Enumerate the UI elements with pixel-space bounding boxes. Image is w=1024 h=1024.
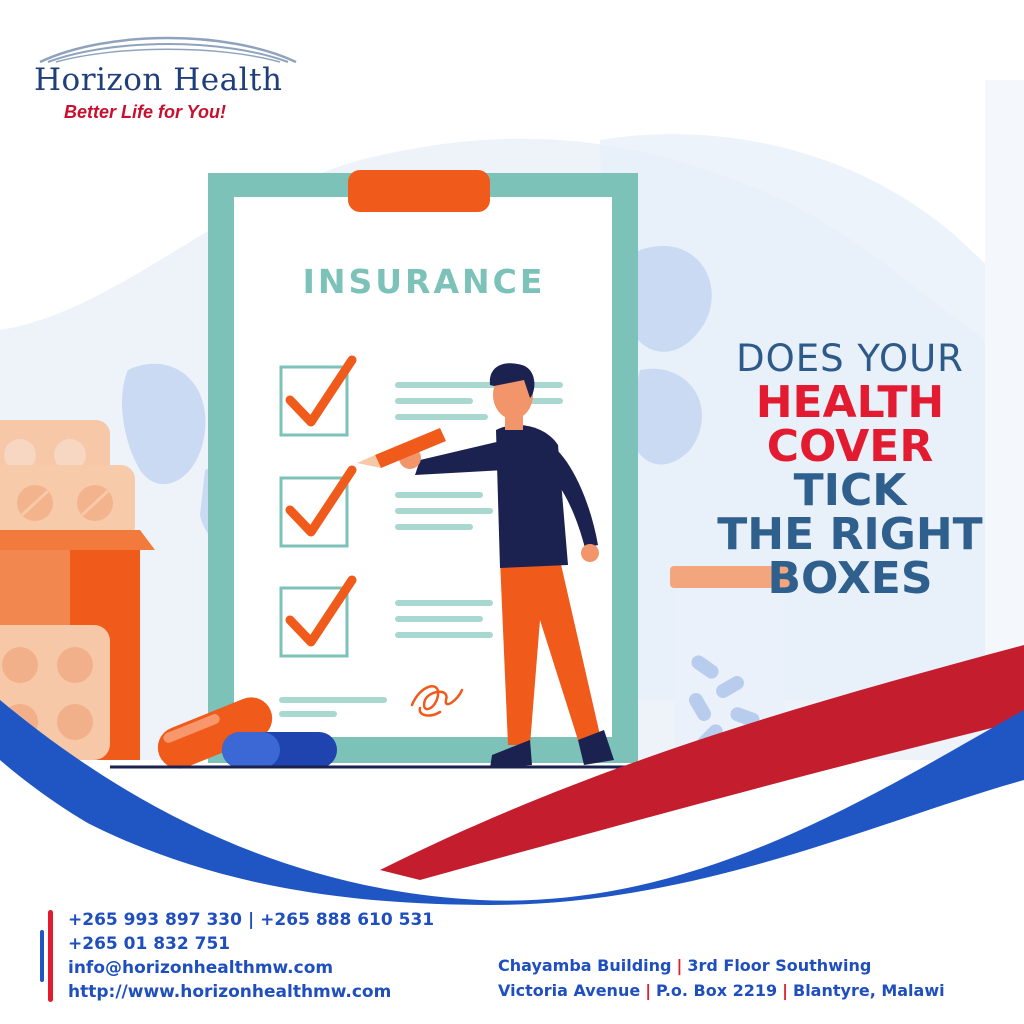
address-floor: 3rd Floor Southwing <box>687 956 872 975</box>
address-line-2: Victoria Avenue | P.o. Box 2219 | Blantyre, … <box>498 978 945 1003</box>
brand-tagline: Better Life for You! <box>64 102 227 122</box>
phone-1[interactable]: +265 993 897 330 <box>68 910 242 930</box>
address-line-1: Chayamba Building | 3rd Floor Southwing <box>498 953 945 978</box>
separator: | <box>645 981 652 1000</box>
headline: DOES YOUR HEALTH COVER TICK THE RIGHT BO… <box>680 340 1020 601</box>
separator: | <box>247 910 255 930</box>
headline-line-1: DOES YOUR <box>736 337 964 380</box>
phone-3[interactable]: +265 01 832 751 <box>68 932 434 956</box>
brand-name: Horizon Health <box>34 62 283 98</box>
separator: | <box>782 981 788 1000</box>
address-block: Chayamba Building | 3rd Floor Southwing Vi… <box>498 953 945 1003</box>
footer-accent-red <box>48 910 53 1002</box>
phone-row: +265 993 897 330 | +265 888 610 531 <box>68 908 434 932</box>
brand-logo: Horizon Health Better Life for You! <box>28 28 318 128</box>
address-building: Chayamba Building <box>498 956 672 975</box>
address-street: Victoria Avenue <box>498 981 641 1000</box>
contact-block: +265 993 897 330 | +265 888 610 531 +265 0… <box>68 908 434 1004</box>
clipboard-title: INSURANCE <box>302 262 546 301</box>
footer-accent-blue <box>40 930 44 982</box>
address-box: P.o. Box 2219 <box>656 981 778 1000</box>
phone-2[interactable]: +265 888 610 531 <box>260 910 434 930</box>
headline-line-2: HEALTH <box>755 377 945 428</box>
headline-line-5: THE RIGHT <box>717 509 983 560</box>
website-link[interactable]: http://www.horizonhealthmw.com <box>68 980 434 1004</box>
headline-line-6: BOXES <box>767 553 933 604</box>
email-link[interactable]: info@horizonhealthmw.com <box>68 956 434 980</box>
separator: | <box>676 956 683 975</box>
headline-line-4: TICK <box>793 465 907 516</box>
poster: Horizon Health Better Life for You! INSU… <box>0 0 1024 1024</box>
address-city: Blantyre, Malawi <box>793 981 945 1000</box>
blister-pack-front <box>0 465 135 540</box>
headline-line-3: COVER <box>766 421 934 472</box>
capsule-blue <box>222 732 337 768</box>
